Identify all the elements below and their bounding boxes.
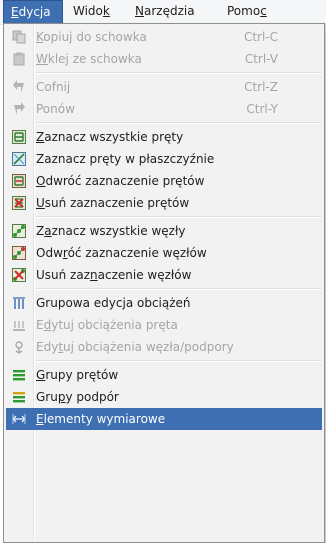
menu-item-group-loads[interactable]: Grupowa edycja obciążeń <box>6 292 322 314</box>
dimension-elements-icon <box>12 412 26 426</box>
paste-icon <box>12 52 26 66</box>
menu-item-clear-bars[interactable]: Usuń zaznaczenie prętów <box>6 192 322 214</box>
menu-item-undo[interactable]: Cofnij Ctrl-Z <box>6 76 322 98</box>
menu-item-bar-groups[interactable]: Grupy prętów <box>6 364 322 386</box>
invert-nodes-icon <box>12 246 26 260</box>
menu-item-redo-label: Ponów <box>36 102 75 116</box>
select-all-nodes-icon <box>12 224 26 238</box>
menu-item-select-bars-plane-label: Zaznacz pręty w płaszczyźnie <box>36 152 215 166</box>
menu-edycja-mnemonic: E <box>11 5 19 19</box>
bar-loads-icon <box>12 318 26 332</box>
menu-separator <box>36 122 322 124</box>
group-loads-icon <box>12 296 26 310</box>
redo-icon <box>12 102 26 116</box>
menu-widok[interactable]: Widok <box>66 0 117 24</box>
select-all-bars-icon <box>12 130 26 144</box>
support-groups-icon <box>12 390 26 404</box>
menu-item-dimension-elements[interactable]: Elementy wymiarowe <box>6 408 322 430</box>
menu-separator <box>36 288 322 290</box>
menu-item-select-all-nodes-label: Zaznacz wszystkie węzły <box>36 224 186 238</box>
menu-item-edit-node-loads[interactable]: Edytuj obciążenia węzła/podpory <box>6 336 322 358</box>
edycja-dropdown-menu: Kopiuj do schowka Ctrl-C Wklej ze schowk… <box>3 23 325 543</box>
menu-narzedzia[interactable]: Narzędzia <box>128 0 202 24</box>
menu-item-copy[interactable]: Kopiuj do schowka Ctrl-C <box>6 26 322 48</box>
menu-item-copy-shortcut: Ctrl-C <box>243 30 278 44</box>
menu-separator <box>36 216 322 218</box>
menu-widok-label-pre: Wido <box>73 4 103 18</box>
menu-edycja-label-post: dycja <box>18 5 51 19</box>
menu-item-group-loads-label: Grupowa edycja obciążeń <box>36 296 191 310</box>
menu-item-invert-bars-label: Odwróć zaznaczenie prętów <box>36 174 205 188</box>
invert-bars-icon <box>12 174 26 188</box>
undo-icon <box>12 80 26 94</box>
menu-item-copy-label: Kopiuj do schowka <box>36 30 147 44</box>
menu-item-dimension-elements-label: Elementy wymiarowe <box>36 412 166 426</box>
menu-separator <box>36 72 322 74</box>
select-bars-plane-icon <box>12 152 26 166</box>
menu-item-clear-nodes-label: Usuń zaznaczenie węzłów <box>36 268 192 282</box>
menu-narzedzia-mnemonic: N <box>135 4 144 18</box>
menu-item-edit-bar-loads-label: Edytuj obciążenia pręta <box>36 318 178 332</box>
menu-pomoc[interactable]: Pomoc <box>220 0 274 24</box>
menu-pomoc-label-pre: Pomo <box>227 4 261 18</box>
menu-item-clear-nodes[interactable]: Usuń zaznaczenie węzłów <box>6 264 322 286</box>
menu-edycja[interactable]: Edycja <box>3 0 63 24</box>
menu-item-clear-bars-label: Usuń zaznaczenie prętów <box>36 196 190 210</box>
menu-separator <box>36 360 322 362</box>
menu-item-invert-nodes[interactable]: Odwróć zaznaczenie węzłów <box>6 242 322 264</box>
clear-nodes-icon <box>12 268 26 282</box>
menu-pomoc-mnemonic: c <box>260 4 267 18</box>
bar-groups-icon <box>12 368 26 382</box>
menu-item-invert-bars[interactable]: Odwróć zaznaczenie prętów <box>6 170 322 192</box>
menu-item-select-bars-plane[interactable]: Zaznacz pręty w płaszczyźnie <box>6 148 322 170</box>
menu-item-select-all-nodes[interactable]: Zaznacz wszystkie węzły <box>6 220 322 242</box>
clear-bars-icon <box>12 196 26 210</box>
menu-item-paste-label: Wklej ze schowka <box>36 52 142 66</box>
menu-item-edit-node-loads-label: Edytuj obciążenia węzła/podpory <box>36 340 234 354</box>
menu-widok-mnemonic: k <box>102 4 110 18</box>
menu-narzedzia-label-post: arzędzia <box>143 4 195 18</box>
menu-item-bar-groups-label: Grupy prętów <box>36 368 119 382</box>
node-loads-icon <box>12 340 26 354</box>
menu-item-undo-label: Cofnij <box>36 80 71 94</box>
menu-bar: Edycja Widok Narzędzia Pomoc <box>0 0 326 25</box>
menu-item-support-groups-label: Grupy podpór <box>36 390 119 404</box>
menu-item-undo-shortcut: Ctrl-Z <box>244 80 278 94</box>
menu-item-select-all-bars[interactable]: Zaznacz wszystkie pręty <box>6 126 322 148</box>
menu-item-select-all-bars-label: Zaznacz wszystkie pręty <box>36 130 184 144</box>
menu-item-redo[interactable]: Ponów Ctrl-Y <box>6 98 322 120</box>
menu-item-invert-nodes-label: Odwróć zaznaczenie węzłów <box>36 246 207 260</box>
menu-item-redo-shortcut: Ctrl-Y <box>246 102 278 116</box>
copy-icon <box>12 30 26 44</box>
menu-item-paste[interactable]: Wklej ze schowka Ctrl-V <box>6 48 322 70</box>
menu-item-support-groups[interactable]: Grupy podpór <box>6 386 322 408</box>
menu-item-edit-bar-loads[interactable]: Edytuj obciążenia pręta <box>6 314 322 336</box>
menu-item-paste-shortcut: Ctrl-V <box>244 52 278 66</box>
